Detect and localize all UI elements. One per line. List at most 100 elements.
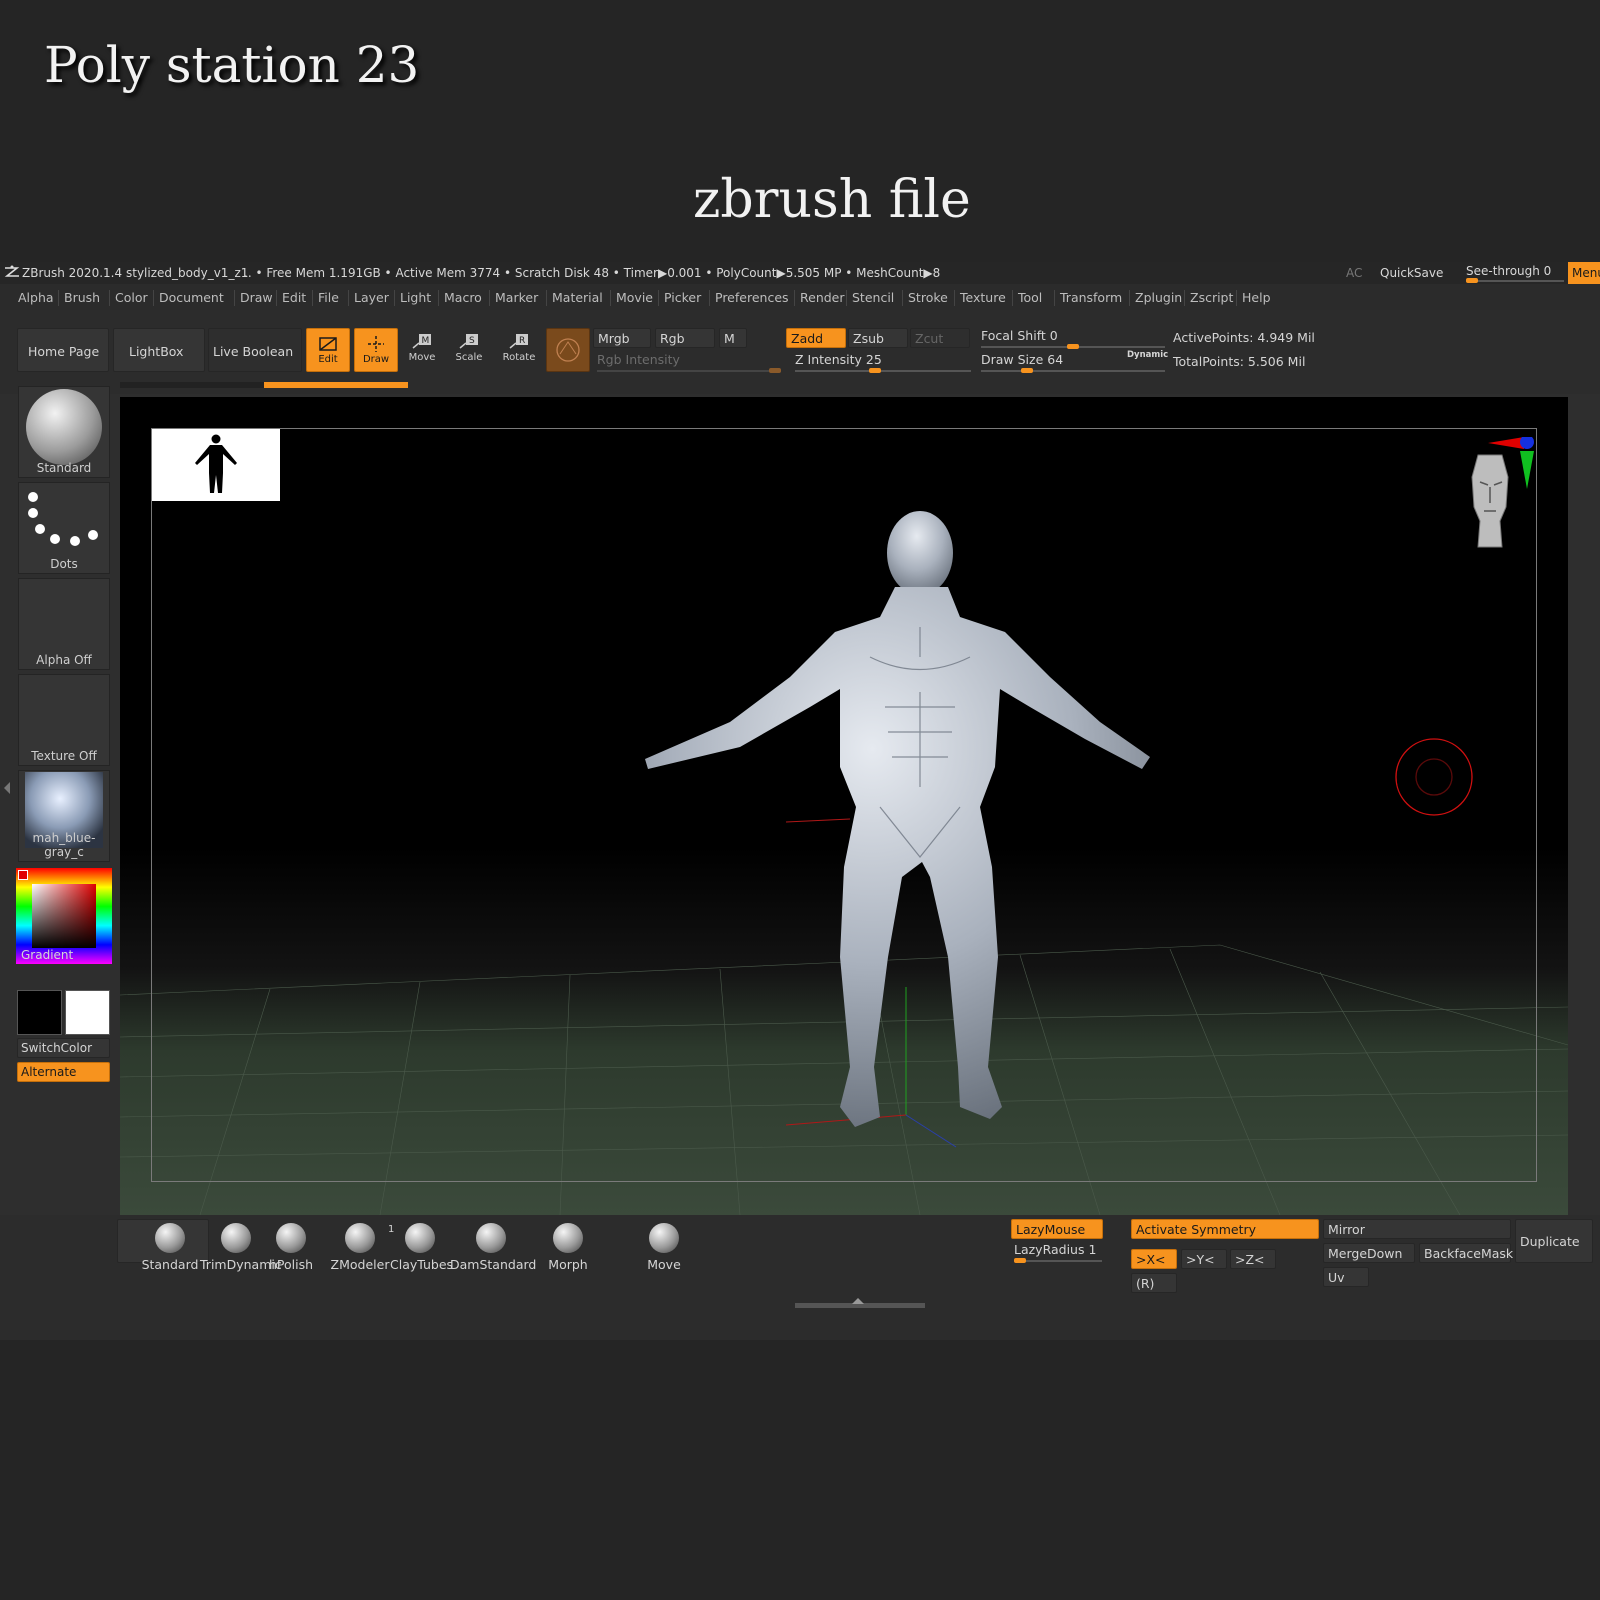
rgb-intensity-slider[interactable] — [597, 368, 781, 373]
lightbox-button[interactable]: LightBox — [113, 328, 205, 372]
see-through-track[interactable] — [1466, 278, 1564, 283]
menu-marker[interactable]: Marker — [495, 290, 538, 305]
zadd-button[interactable]: Zadd — [786, 328, 846, 348]
navigator-thumbnail[interactable] — [152, 429, 280, 501]
gradient-label[interactable]: Gradient — [21, 948, 73, 962]
menu-stencil[interactable]: Stencil — [852, 290, 894, 305]
rotate-button[interactable]: R Rotate — [499, 330, 539, 372]
file-name: stylized_body_v1_z1 — [126, 266, 249, 280]
menu-material[interactable]: Material — [552, 290, 603, 305]
sphere-material-icon — [556, 338, 580, 362]
z-intensity-slider[interactable] — [795, 368, 971, 373]
move-button[interactable]: M Move — [402, 330, 442, 372]
symmetry-y-button[interactable]: >Y< — [1181, 1249, 1227, 1269]
rotate-gizmo-icon[interactable] — [1394, 737, 1474, 817]
switch-color-button[interactable]: SwitchColor — [17, 1038, 110, 1058]
activate-symmetry-button[interactable]: Activate Symmetry — [1131, 1219, 1319, 1239]
secondary-color-swatch[interactable] — [17, 990, 62, 1035]
brush-slot-hpolish[interactable]: hPolish — [268, 1223, 314, 1272]
brush-slot-zmodeler[interactable]: ZModeler — [330, 1223, 390, 1272]
radial-symmetry-button[interactable]: (R) — [1131, 1273, 1177, 1293]
brush-slot-morph[interactable]: Morph — [538, 1223, 598, 1272]
brush-slot-damstandard[interactable]: DamStandard — [450, 1223, 536, 1272]
move-icon: M — [412, 334, 431, 349]
menu-stroke[interactable]: Stroke — [908, 290, 948, 305]
collapse-left-tray-icon[interactable] — [4, 782, 10, 794]
draw-button[interactable]: Draw — [354, 328, 398, 372]
backfacemask-button[interactable]: BackfaceMask — [1419, 1243, 1513, 1263]
texture-selector[interactable]: Texture Off — [18, 674, 110, 766]
brush-selector[interactable]: Standard — [18, 386, 110, 478]
m-button[interactable]: M — [719, 328, 747, 348]
menu-color[interactable]: Color — [115, 290, 148, 305]
ac-toggle[interactable]: AC — [1346, 266, 1362, 280]
symmetry-z-button[interactable]: >Z< — [1230, 1249, 1276, 1269]
focal-shift-slider[interactable] — [981, 344, 1165, 349]
menu-tool[interactable]: Tool — [1018, 290, 1042, 305]
mirror-button[interactable]: Mirror — [1323, 1219, 1511, 1239]
menu-zplugin[interactable]: Zplugin — [1135, 290, 1182, 305]
damstandard-brush-icon — [476, 1223, 506, 1253]
symmetry-x-button[interactable]: >X< — [1131, 1249, 1177, 1269]
menu-render[interactable]: Render — [800, 290, 845, 305]
menu-draw[interactable]: Draw — [240, 290, 273, 305]
dynamic-toggle[interactable]: Dynamic — [1127, 350, 1168, 360]
draw-size-slider[interactable] — [981, 368, 1165, 373]
menu-light[interactable]: Light — [400, 290, 431, 305]
lazymouse-button[interactable]: LazyMouse — [1011, 1219, 1103, 1239]
menu-movie[interactable]: Movie — [616, 290, 653, 305]
claytubes-brush-icon — [405, 1223, 435, 1253]
menus-button[interactable]: Menus — [1568, 262, 1600, 284]
material-selector[interactable]: mah_blue-gray_c — [18, 770, 110, 862]
menu-transform[interactable]: Transform — [1060, 290, 1122, 305]
menu-separator — [954, 290, 955, 306]
zcut-button[interactable]: Zcut — [910, 328, 970, 348]
menu-brush[interactable]: Brush — [64, 290, 100, 305]
menu-layer[interactable]: Layer — [354, 290, 389, 305]
rgb-button[interactable]: Rgb — [655, 328, 715, 348]
zsub-button[interactable]: Zsub — [848, 328, 908, 348]
svg-text:S: S — [469, 336, 475, 346]
scale-button[interactable]: S Scale — [449, 330, 489, 372]
edit-button[interactable]: Edit — [306, 328, 350, 372]
menu-zscript[interactable]: Zscript — [1190, 290, 1233, 305]
orientation-head-icon[interactable] — [1430, 437, 1540, 557]
brush-slot-trimdynamic[interactable]: TrimDynamic — [200, 1223, 282, 1272]
brush-slot-standard[interactable]: Standard — [140, 1223, 200, 1272]
stroke-label: Dots — [50, 557, 78, 571]
mergedown-button[interactable]: MergeDown — [1323, 1243, 1415, 1263]
expand-tray-icon[interactable] — [852, 1298, 864, 1304]
menu-help[interactable]: Help — [1242, 290, 1271, 305]
standard-brush-icon — [155, 1223, 185, 1253]
dots-stroke-icon — [28, 492, 98, 546]
home-page-button[interactable]: Home Page — [17, 328, 109, 372]
uv-button[interactable]: Uv — [1323, 1267, 1369, 1287]
menu-edit[interactable]: Edit — [282, 290, 306, 305]
alternate-button[interactable]: Alternate — [17, 1062, 110, 1082]
lazyradius-slider[interactable] — [1014, 1258, 1102, 1263]
scale-icon: S — [459, 334, 478, 349]
live-boolean-button[interactable]: Live Boolean — [208, 328, 302, 372]
color-square[interactable] — [32, 884, 96, 948]
mrgb-button[interactable]: Mrgb — [593, 328, 651, 348]
draw-label: Draw — [362, 354, 390, 365]
menu-separator — [394, 290, 395, 306]
material-swatch-button[interactable] — [546, 328, 590, 372]
menu-macro[interactable]: Macro — [444, 290, 482, 305]
menu-picker[interactable]: Picker — [664, 290, 701, 305]
brush-slot-move[interactable]: Move — [634, 1223, 694, 1272]
alpha-selector[interactable]: Alpha Off — [18, 578, 110, 670]
brush-slot-claytubes[interactable]: ClayTubes — [390, 1223, 453, 1272]
menu-alpha[interactable]: Alpha — [18, 290, 54, 305]
primary-color-swatch[interactable] — [65, 990, 110, 1035]
duplicate-button[interactable]: Duplicate — [1515, 1219, 1593, 1263]
quicksave-button[interactable]: QuickSave — [1380, 266, 1443, 280]
see-through-slider[interactable]: See-through 0 — [1466, 264, 1551, 278]
menu-document[interactable]: Document — [159, 290, 224, 305]
menu-preferences[interactable]: Preferences — [715, 290, 789, 305]
canvas-viewport[interactable] — [120, 397, 1568, 1215]
menu-file[interactable]: File — [318, 290, 339, 305]
stroke-selector[interactable]: Dots — [18, 482, 110, 574]
standard-brush-icon — [26, 389, 102, 465]
menu-texture[interactable]: Texture — [960, 290, 1006, 305]
